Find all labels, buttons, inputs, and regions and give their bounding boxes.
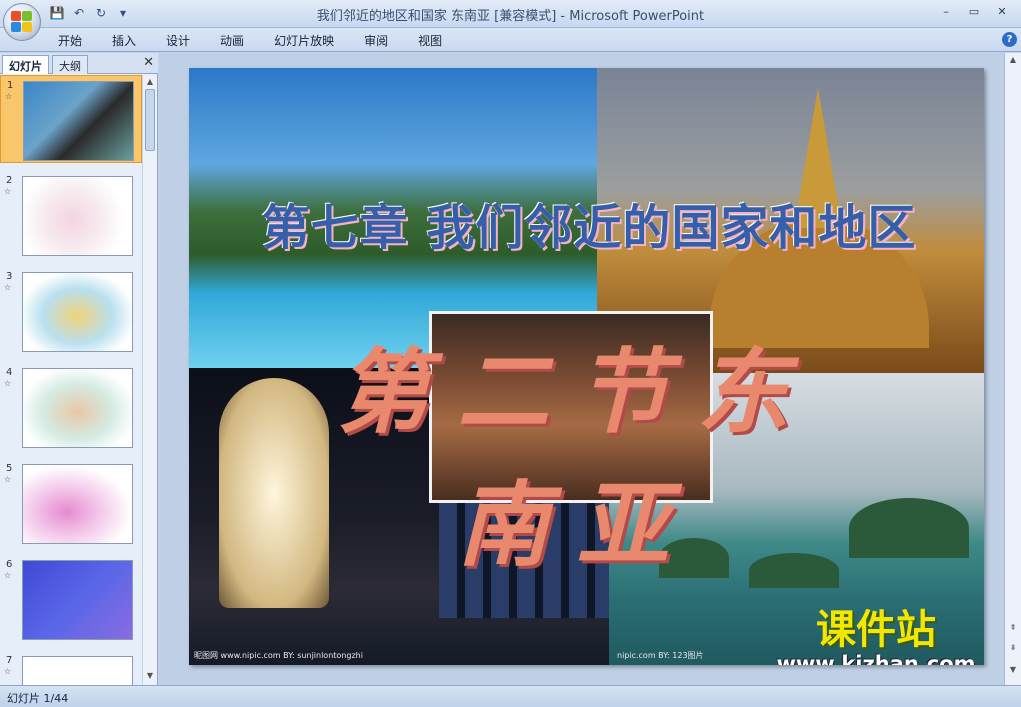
animation-icon: ☆ <box>4 283 12 292</box>
animation-icon: ☆ <box>4 379 12 388</box>
thumbnail-list: 1 ☆ 2 ☆ 3 ☆ 4 ☆ 5 ☆ 6 ☆ 7 ☆ <box>0 75 142 685</box>
thumbnail-number: 3 <box>6 271 13 282</box>
office-button[interactable] <box>3 3 41 41</box>
watermark-text: 课件站 <box>816 607 936 653</box>
tab-slides[interactable]: 幻灯片 <box>2 55 49 74</box>
slide-scrollbar[interactable]: ▲ ⇞ ⇟ ▼ <box>1004 53 1021 685</box>
watermark-logo: 课件站 www.kjzhan.com <box>771 608 981 665</box>
window-title: 我们邻近的地区和国家 东南亚 [兼容模式] - Microsoft PowerP… <box>316 9 705 24</box>
tab-review[interactable]: 审阅 <box>352 31 400 50</box>
slide-thumbnail-6[interactable]: 6 ☆ <box>0 555 142 643</box>
thumbnail-number: 2 <box>6 175 13 186</box>
thumbnail-image <box>22 464 133 544</box>
tab-insert[interactable]: 插入 <box>100 31 148 50</box>
tab-home[interactable]: 开始 <box>46 31 94 50</box>
scrollbar-thumb[interactable] <box>145 89 155 151</box>
thumbnail-number: 1 <box>7 80 14 91</box>
island-shape <box>849 498 969 558</box>
scroll-up-icon[interactable]: ▲ <box>145 77 155 87</box>
close-button[interactable]: ✕ <box>989 3 1015 21</box>
slide-counter: 幻灯片 1/44 <box>7 692 69 705</box>
tab-slideshow[interactable]: 幻灯片放映 <box>262 31 346 50</box>
photo-credit: 昵图网 www.nipic.com BY: sunjinlontongzhi <box>194 651 363 660</box>
animation-icon: ☆ <box>4 475 12 484</box>
thumbnail-image <box>22 368 133 448</box>
thumbnail-image <box>22 176 133 256</box>
slide-canvas[interactable]: 第七章 我们邻近的国家和地区 第二节东南亚 昵图网 www.nipic.com … <box>189 68 984 665</box>
quick-access-toolbar: 💾 ↶ ↻ ▾ <box>48 4 132 22</box>
animation-icon: ☆ <box>4 187 12 196</box>
ribbon: 开始 插入 设计 动画 幻灯片放映 审阅 视图 ? <box>0 28 1021 52</box>
slide-thumbnail-1[interactable]: 1 ☆ <box>0 75 142 163</box>
tab-outline[interactable]: 大纲 <box>52 55 88 74</box>
close-icon[interactable]: ✕ <box>143 55 154 70</box>
photo-credit: nipic.com BY: 123图片 <box>617 651 704 660</box>
watermark-url: www.kjzhan.com <box>776 652 976 665</box>
slide-thumbnail-3[interactable]: 3 ☆ <box>0 267 142 355</box>
status-bar: 幻灯片 1/44 <box>0 685 1021 707</box>
thumbnail-number: 5 <box>6 463 13 474</box>
office-logo-icon <box>11 11 33 33</box>
scroll-up-icon[interactable]: ▲ <box>1008 55 1018 65</box>
slide-thumbnail-4[interactable]: 4 ☆ <box>0 363 142 451</box>
title-bar: 💾 ↶ ↻ ▾ 我们邻近的地区和国家 东南亚 [兼容模式] - Microsof… <box>0 0 1021 28</box>
slide-editing-area: 第七章 我们邻近的国家和地区 第二节东南亚 昵图网 www.nipic.com … <box>159 53 1004 685</box>
ribbon-tabs: 开始 插入 设计 动画 幻灯片放映 审阅 视图 <box>46 31 460 50</box>
animation-icon: ☆ <box>4 571 12 580</box>
scroll-down-icon[interactable]: ▼ <box>145 671 155 681</box>
window-controls: – ▭ ✕ <box>933 3 1015 21</box>
panel-tabs: 幻灯片 大纲 ✕ <box>0 53 158 74</box>
undo-icon[interactable]: ↶ <box>70 4 88 22</box>
thumbnail-image <box>22 560 133 640</box>
slide-thumbnail-5[interactable]: 5 ☆ <box>0 459 142 547</box>
save-icon[interactable]: 💾 <box>48 4 66 22</box>
thumbnail-number: 7 <box>6 655 13 666</box>
thumbnail-scrollbar[interactable]: ▲ ▼ <box>142 75 157 685</box>
thumbnail-number: 4 <box>6 367 13 378</box>
help-icon[interactable]: ? <box>1002 32 1017 47</box>
maximize-button[interactable]: ▭ <box>961 3 987 21</box>
tab-animations[interactable]: 动画 <box>208 31 256 50</box>
thumbnail-image <box>22 272 133 352</box>
scroll-down-icon[interactable]: ▼ <box>1008 665 1018 675</box>
next-slide-icon[interactable]: ⇟ <box>1008 643 1018 653</box>
slides-panel: 幻灯片 大纲 ✕ 1 ☆ 2 ☆ 3 ☆ 4 ☆ 5 ☆ 6 ☆ 7 ☆ ▲ ▼ <box>0 53 158 685</box>
customize-icon[interactable]: ▾ <box>114 4 132 22</box>
slide-thumbnail-7[interactable]: 7 ☆ <box>0 651 142 685</box>
thumbnail-number: 6 <box>6 559 13 570</box>
thumbnail-image <box>23 81 134 161</box>
tab-view[interactable]: 视图 <box>406 31 454 50</box>
thumbnail-image <box>22 656 133 685</box>
minimize-button[interactable]: – <box>933 3 959 21</box>
slide-subtitle[interactable]: 第二节东南亚 <box>297 318 857 584</box>
slide-title[interactable]: 第七章 我们邻近的国家和地区 <box>229 188 949 258</box>
slide-thumbnail-2[interactable]: 2 ☆ <box>0 171 142 259</box>
previous-slide-icon[interactable]: ⇞ <box>1008 623 1018 633</box>
animation-icon: ☆ <box>5 92 13 101</box>
tab-design[interactable]: 设计 <box>154 31 202 50</box>
animation-icon: ☆ <box>4 667 12 676</box>
redo-icon[interactable]: ↻ <box>92 4 110 22</box>
